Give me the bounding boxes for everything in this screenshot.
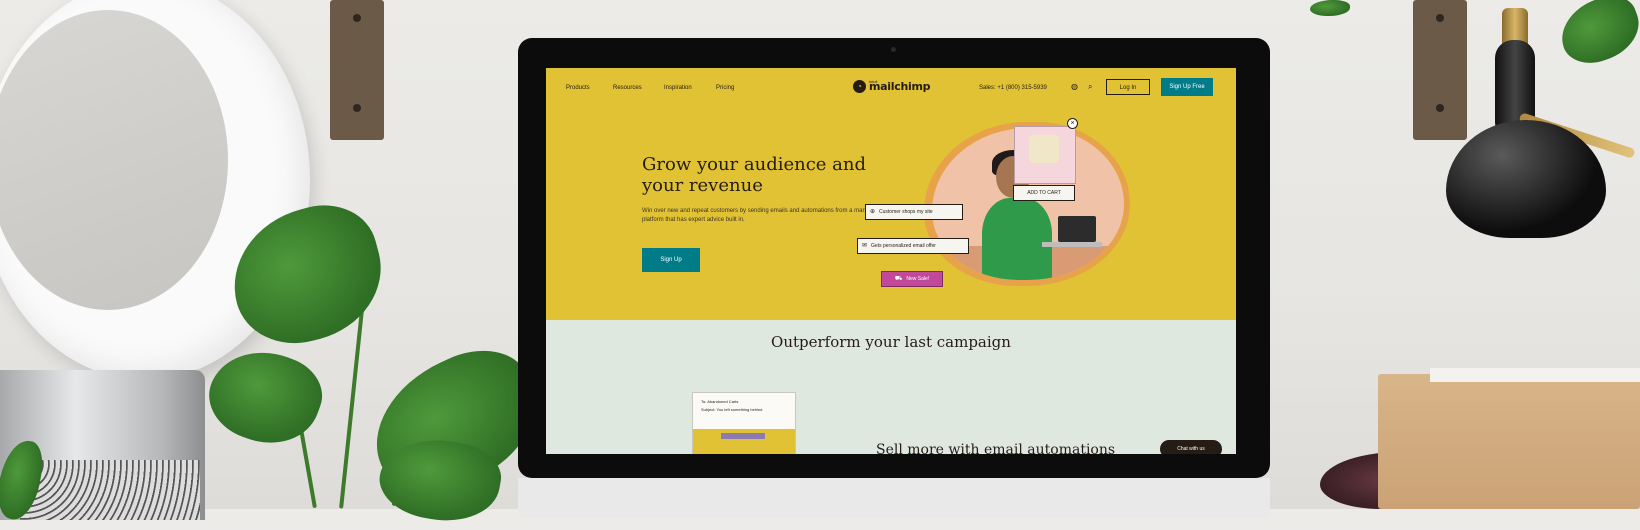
globe-icon[interactable]: ◍ xyxy=(1071,82,1078,91)
cart-icon: ⛟ xyxy=(894,276,903,282)
add-to-cart-chip: ADD TO CART xyxy=(1013,185,1075,201)
photo-person-body xyxy=(982,198,1052,280)
monitor-screen: Products Resources Inspiration Pricing ◔… xyxy=(546,68,1236,454)
cardboard-box xyxy=(1378,374,1640,509)
signup-free-button[interactable]: Sign Up Free xyxy=(1161,78,1213,96)
hero-title: Grow your audience and your revenue xyxy=(642,154,867,196)
email-offer-chip: ✉ Gets personalized email offer xyxy=(857,238,969,254)
hero-section: Products Resources Inspiration Pricing ◔… xyxy=(546,68,1236,320)
new-sale-chip: ⛟ New Sale! xyxy=(881,271,943,287)
webcam-dot xyxy=(891,47,896,52)
email-banner xyxy=(693,429,795,454)
photo-laptop-base xyxy=(1042,242,1102,247)
bracket-bolt xyxy=(1436,14,1444,22)
plus-circle-icon: ⊕ xyxy=(870,209,876,215)
bracket-bolt xyxy=(353,14,361,22)
email-to: To: Abandoned Carts xyxy=(701,399,739,404)
fan-grill xyxy=(20,460,200,520)
lower-partial-heading: Sell more with email automations xyxy=(876,442,1116,454)
nav-link-products[interactable]: Products xyxy=(566,85,590,91)
mailchimp-logo[interactable]: ◔ intuit mailchimp xyxy=(853,79,931,93)
email-preview-card: To: Abandoned Carts Subject: You left so… xyxy=(692,392,796,454)
plant-leaf xyxy=(1552,0,1640,72)
nav-link-pricing[interactable]: Pricing xyxy=(716,85,734,91)
product-card xyxy=(1014,126,1076,184)
bracket-bolt xyxy=(353,104,361,112)
email-banner-text xyxy=(721,433,765,439)
logo-wordmark: mailchimp xyxy=(869,80,931,93)
hero-body: Win over new and repeat customers by sen… xyxy=(642,208,881,223)
lower-title: Outperform your last campaign xyxy=(771,333,1011,351)
customer-shops-label: Customer shops my site xyxy=(879,209,933,215)
sales-phone: Sales: +1 (800) 315-5939 xyxy=(979,85,1047,91)
fan-opening xyxy=(0,10,228,310)
plant-leaf xyxy=(1310,0,1350,16)
bracket-bolt xyxy=(1436,104,1444,112)
wall-bracket-right xyxy=(1413,0,1467,140)
new-sale-label: New Sale! xyxy=(906,276,930,282)
plant-stem xyxy=(339,300,365,509)
envelope-icon: ✉ xyxy=(862,243,868,249)
paper-sheet xyxy=(1430,368,1640,382)
chat-button[interactable]: Chat with us xyxy=(1160,440,1222,454)
nav-link-resources[interactable]: Resources xyxy=(613,85,642,91)
email-offer-label: Gets personalized email offer xyxy=(871,243,936,249)
nav-link-inspiration[interactable]: Inspiration xyxy=(664,85,692,91)
freddie-icon: ◔ xyxy=(853,80,866,93)
close-icon[interactable]: × xyxy=(1067,118,1078,129)
photo-laptop xyxy=(1058,216,1096,242)
product-image xyxy=(1029,135,1059,163)
customer-shops-chip: ⊕ Customer shops my site xyxy=(865,204,963,220)
email-subject: Subject: You left something behind xyxy=(701,407,763,412)
wall-bracket-left xyxy=(330,0,384,140)
login-button[interactable]: Log In xyxy=(1106,79,1150,95)
monitor-chin xyxy=(518,478,1270,518)
hero-signup-button[interactable]: Sign Up xyxy=(642,248,700,272)
search-icon[interactable]: ⌕ xyxy=(1088,82,1092,92)
logo-intuit-text: intuit xyxy=(869,79,878,84)
